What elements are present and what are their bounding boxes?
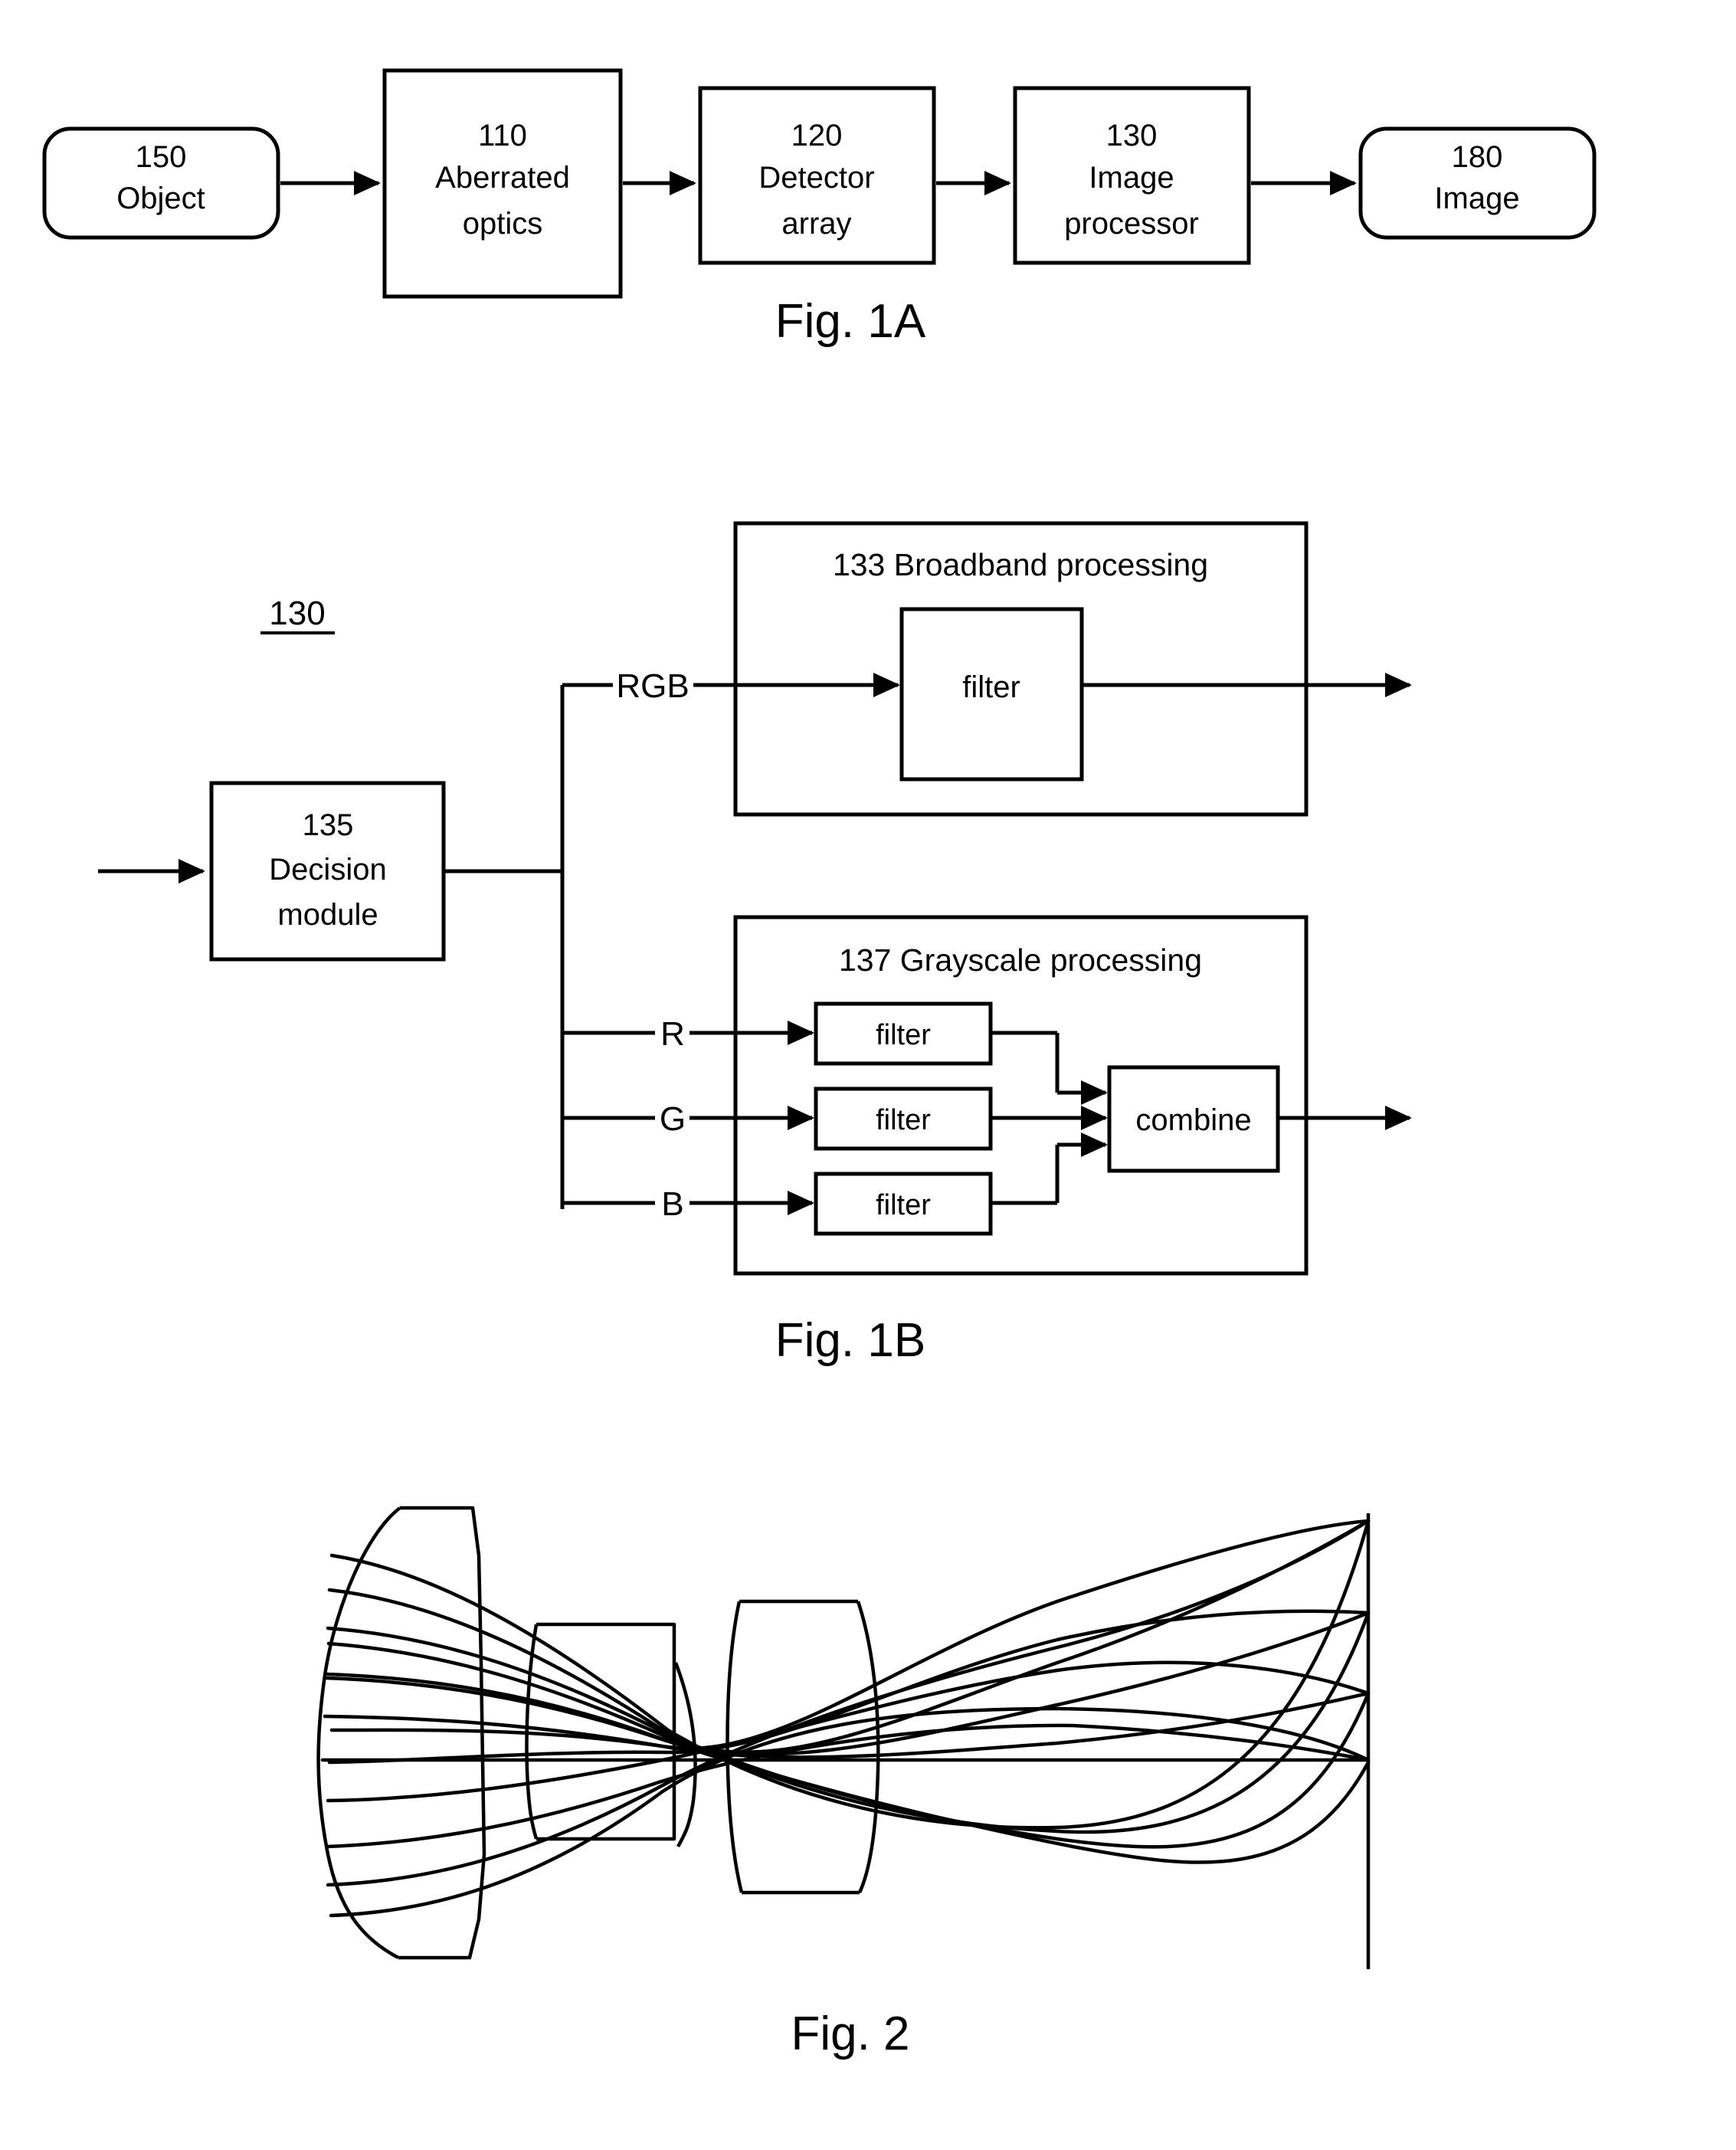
node-object-label: Object (116, 182, 205, 215)
signal-label-b: B (661, 1185, 683, 1223)
node-aberrated-optics-label-2: optics (463, 207, 543, 241)
node-decision-module-label-2: module (277, 898, 378, 932)
path-filter-r-to-combine (991, 1031, 1108, 1106)
node-image-processor-label-1: Image (1089, 161, 1174, 195)
path-filter-b-to-combine (991, 1132, 1108, 1205)
node-image-processor-label-2: processor (1064, 207, 1199, 241)
node-image[interactable]: 180 Image (1358, 126, 1597, 240)
node-detector-array-ref: 120 (791, 119, 843, 152)
node-grayscale-filter-b[interactable]: filter (814, 1172, 993, 1236)
node-decision-module-label-1: Decision (269, 853, 386, 887)
node-grayscale-filter-r-label: filter (876, 1019, 931, 1051)
figure-1a-caption: Fig. 1A (775, 295, 926, 348)
patent-drawing-sheet: 150 Object 110 Aberrated optics 120 Dete… (0, 0, 1736, 2150)
figure-1b-ref-text: 130 (269, 595, 325, 632)
figure-1b-caption: Fig. 1B (775, 1314, 925, 1367)
figure-1b-reference-numeral: 130 (260, 595, 335, 634)
node-broadband-filter[interactable]: filter (899, 607, 1084, 782)
node-grayscale-filter-r[interactable]: filter (814, 1001, 993, 1066)
group-broadband-processing: 133 Broadband processing filter (733, 521, 1412, 817)
node-combine[interactable]: combine (1107, 1065, 1280, 1173)
lens-element-1 (316, 1506, 486, 1960)
figure-2-caption: Fig. 2 (791, 2007, 909, 2060)
figure-1a: 150 Object 110 Aberrated optics 120 Dete… (42, 68, 1597, 2060)
node-image-processor-ref: 130 (1106, 119, 1158, 152)
node-grayscale-filter-g[interactable]: filter (814, 1086, 993, 1151)
figure-2-optical-layout: Fig. 2 (316, 1506, 1371, 2060)
node-detector-array-label-1: Detector (758, 161, 874, 195)
node-broadband-filter-label: filter (962, 670, 1020, 704)
node-image-ref: 180 (1452, 140, 1503, 174)
node-combine-label: combine (1135, 1103, 1251, 1137)
node-object[interactable]: 150 Object (42, 126, 280, 240)
node-grayscale-filter-b-label: filter (876, 1189, 931, 1221)
node-image-processor[interactable]: 130 Image processor (1013, 86, 1251, 265)
group-broadband-processing-title: 133 Broadband processing (833, 547, 1208, 582)
node-aberrated-optics-ref: 110 (478, 119, 527, 152)
node-detector-array[interactable]: 120 Detector array (698, 86, 936, 265)
node-decision-module[interactable]: 135 Decision module (209, 781, 446, 962)
node-object-ref: 150 (136, 140, 187, 174)
node-aberrated-optics-label-1: Aberrated (435, 161, 570, 195)
node-image-label: Image (1434, 182, 1519, 215)
ray-bundle-field-0 (320, 1672, 1371, 1864)
node-decision-module-ref: 135 (303, 808, 354, 842)
signal-label-r: R (660, 1015, 685, 1053)
signal-distribution-bus (444, 683, 797, 1209)
signal-label-g: G (660, 1100, 686, 1138)
node-grayscale-filter-g-label: filter (876, 1104, 931, 1136)
node-aberrated-optics[interactable]: 110 Aberrated optics (382, 68, 623, 299)
node-detector-array-label-2: array (781, 207, 851, 241)
group-grayscale-processing-title: 137 Grayscale processing (839, 942, 1202, 978)
group-grayscale-processing: 137 Grayscale processing filter filter f… (733, 915, 1412, 1276)
signal-label-rgb: RGB (616, 667, 689, 705)
